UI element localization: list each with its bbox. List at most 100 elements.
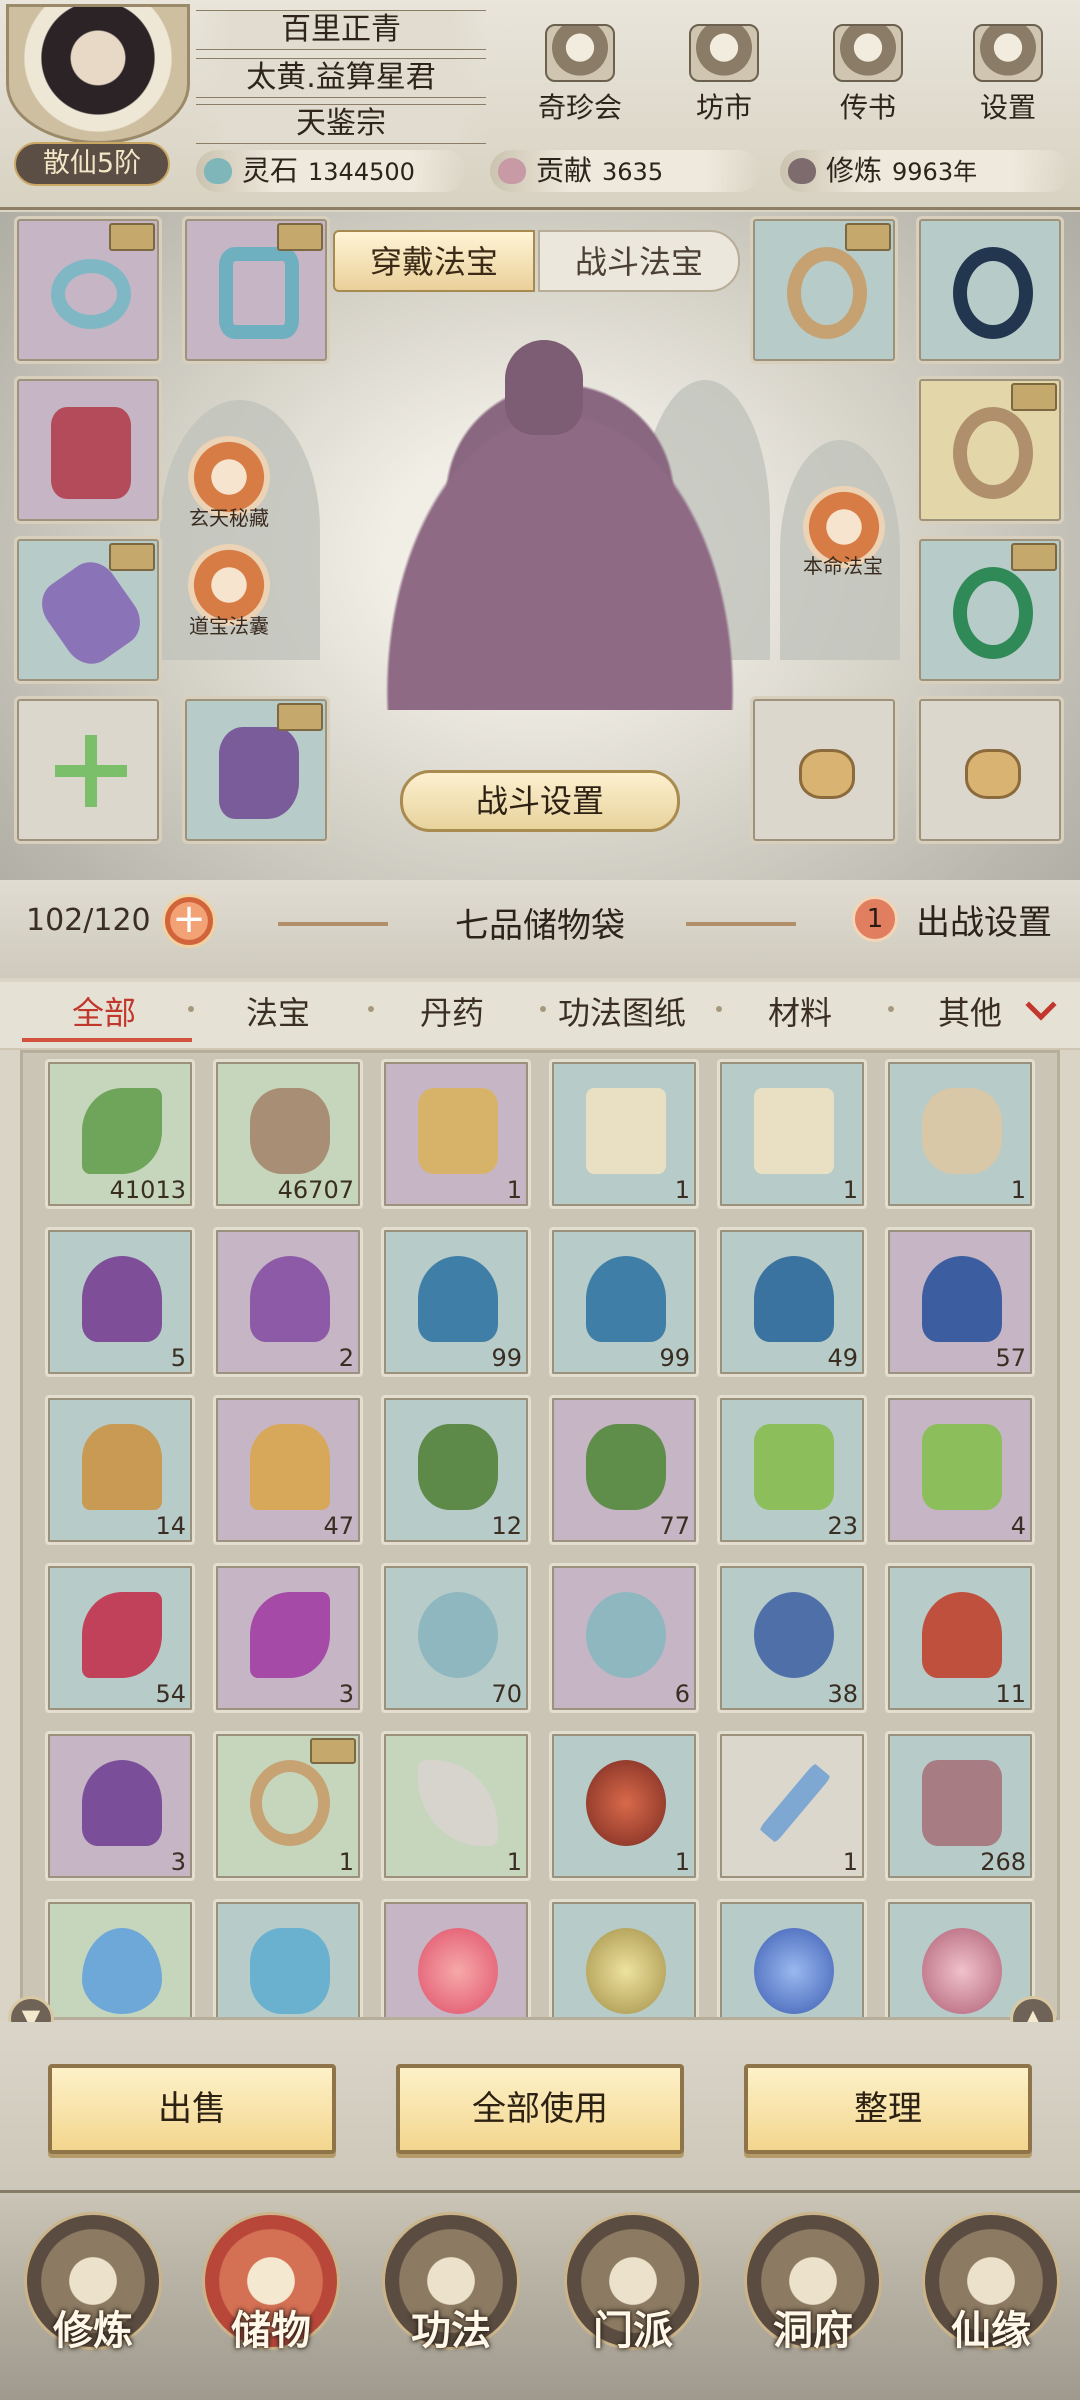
tab-treasures[interactable]: 法宝 — [246, 988, 310, 1034]
inventory-item[interactable]: 11 — [885, 1563, 1035, 1713]
inventory-item[interactable]: 268 — [885, 1731, 1035, 1881]
item-quantity: 38 — [827, 1680, 858, 1708]
blue-lily-icon — [418, 1256, 498, 1342]
inventory-item[interactable]: 1 — [549, 1731, 699, 1881]
item-quantity: 2 — [338, 1344, 354, 1372]
nav-cultivate[interactable]: 修炼 — [8, 2212, 178, 2392]
tab-pills[interactable]: 丹药 — [420, 988, 484, 1034]
inventory-item[interactable]: 57 — [885, 1227, 1035, 1377]
inventory-item[interactable]: 1 — [717, 1731, 867, 1881]
equip-slot-add[interactable] — [14, 696, 162, 844]
equip-slot-gloves[interactable] — [14, 536, 162, 684]
inventory-item[interactable]: 49 — [717, 1227, 867, 1377]
cactus-fruit-icon — [82, 1760, 162, 1846]
herb-icon — [82, 1088, 162, 1174]
inventory-item[interactable]: 1 — [885, 1059, 1035, 1209]
scroll-icon — [754, 1088, 834, 1174]
inventory-item[interactable] — [45, 1899, 195, 2017]
inventory-item[interactable]: 54 — [45, 1563, 195, 1713]
inventory-item[interactable]: 99 — [549, 1227, 699, 1377]
inventory-item[interactable]: 46707 — [213, 1059, 363, 1209]
lock-icon — [109, 223, 155, 251]
nav-storage[interactable]: 储物 — [186, 2212, 356, 2392]
player-rank: 散仙5阶 — [14, 142, 170, 186]
settings-button[interactable]: 设置 — [952, 24, 1064, 134]
market-button[interactable]: 坊市 — [668, 24, 780, 134]
inventory-item[interactable]: 2 — [213, 1227, 363, 1377]
nav-techniques[interactable]: 功法 — [366, 2212, 536, 2392]
equip-slot-ring-3[interactable] — [916, 376, 1064, 524]
boots-icon — [219, 727, 299, 819]
equip-slot-ring-1[interactable] — [750, 216, 898, 364]
equip-slot-ring-2[interactable] — [916, 216, 1064, 364]
equip-slot-robe[interactable] — [14, 376, 162, 524]
inventory-item[interactable]: 1 — [717, 1059, 867, 1209]
tab-others[interactable]: 其他 — [938, 988, 1002, 1034]
inventory-item[interactable] — [213, 1899, 363, 2017]
inventory-item[interactable]: 3 — [45, 1731, 195, 1881]
expand-bag-button[interactable]: + — [162, 894, 216, 948]
inventory-item[interactable]: 77 — [549, 1395, 699, 1545]
equip-slot-hairpin[interactable] — [182, 216, 330, 364]
inventory-item[interactable]: 38 — [717, 1563, 867, 1713]
equip-slot-boots[interactable] — [182, 696, 330, 844]
nav-sect[interactable]: 门派 — [548, 2212, 718, 2392]
inventory-item[interactable]: 14 — [45, 1395, 195, 1545]
tab-materials[interactable]: 材料 — [768, 988, 832, 1034]
inventory-item[interactable] — [381, 1899, 531, 2017]
equip-slot-ring-4[interactable] — [916, 536, 1064, 684]
inventory-item[interactable] — [549, 1899, 699, 2017]
item-quantity: 1 — [338, 1848, 354, 1876]
sort-button[interactable]: 整理 — [744, 2064, 1032, 2154]
inventory-item[interactable]: 1 — [549, 1059, 699, 1209]
inventory-item[interactable]: 99 — [381, 1227, 531, 1377]
inventory-item[interactable]: 12 — [381, 1395, 531, 1545]
equip-slot-locked-2[interactable] — [916, 696, 1064, 844]
contribution-display: 贡献 3635 — [490, 150, 760, 192]
inventory-item[interactable]: 70 — [381, 1563, 531, 1713]
tab-battle-treasures[interactable]: 战斗法宝 — [538, 230, 740, 292]
inventory-item[interactable]: 47 — [213, 1395, 363, 1545]
leafy-herb-icon — [418, 1424, 498, 1510]
player-avatar[interactable] — [6, 4, 190, 144]
treasure-auction-button[interactable]: 奇珍会 — [524, 24, 636, 134]
purple-leaf-icon — [250, 1256, 330, 1342]
tab-worn-treasures[interactable]: 穿戴法宝 — [333, 230, 535, 292]
cactus-fruit-icon — [922, 1592, 1002, 1678]
inventory-item[interactable]: 1 — [213, 1731, 363, 1881]
nav-cave-dwelling[interactable]: 洞府 — [728, 2212, 898, 2392]
inventory-item[interactable]: 1 — [381, 1059, 531, 1209]
inventory-item[interactable]: 1 — [381, 1731, 531, 1881]
spirit-stone-label: 灵石 — [242, 154, 299, 187]
player-name: 百里正青 — [196, 10, 486, 50]
inventory-item[interactable]: 6 — [549, 1563, 699, 1713]
inventory-item[interactable]: 41013 — [45, 1059, 195, 1209]
active-tab-underline — [22, 1038, 192, 1042]
market-icon — [689, 24, 759, 82]
battle-settings-button[interactable]: 战斗设置 — [400, 770, 680, 832]
inventory-item[interactable] — [717, 1899, 867, 2017]
tab-all[interactable]: 全部 — [72, 988, 136, 1034]
lock-icon — [310, 1738, 356, 1764]
sell-button[interactable]: 出售 — [48, 2064, 336, 2154]
item-quantity: 70 — [491, 1680, 522, 1708]
water-drop-icon — [82, 1928, 162, 2014]
left-ornament — [278, 922, 388, 926]
equip-slot-locked-1[interactable] — [750, 696, 898, 844]
plus-icon-bar — [55, 765, 127, 777]
deploy-settings-button[interactable]: 出战设置 — [916, 895, 1052, 944]
tab-techniques[interactable]: 功法图纸 — [558, 988, 686, 1034]
inventory-item[interactable]: 3 — [213, 1563, 363, 1713]
bronze-ring-icon — [953, 407, 1033, 499]
inventory-item[interactable]: 5 — [45, 1227, 195, 1377]
settings-label: 设置 — [979, 91, 1036, 124]
inventory-item[interactable]: 23 — [717, 1395, 867, 1545]
inventory-item[interactable]: 4 — [885, 1395, 1035, 1545]
blue-lily-icon — [586, 1256, 666, 1342]
grass-icon — [82, 1424, 162, 1510]
use-all-button[interactable]: 全部使用 — [396, 2064, 684, 2154]
inventory-item[interactable] — [885, 1899, 1035, 2017]
mail-button[interactable]: 传书 — [812, 24, 924, 134]
nav-fate[interactable]: 仙缘 — [906, 2212, 1076, 2392]
equip-slot-headband[interactable] — [14, 216, 162, 364]
